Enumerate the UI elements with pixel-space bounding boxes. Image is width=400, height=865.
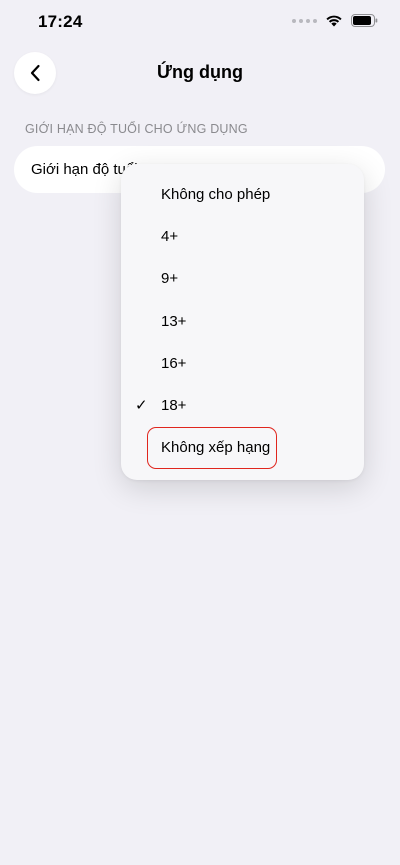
menu-item-4-plus[interactable]: 4+ <box>121 216 364 258</box>
menu-item-13-plus[interactable]: 13+ <box>121 301 364 343</box>
status-time: 17:24 <box>38 12 83 31</box>
menu-item-16-plus[interactable]: 16+ <box>121 343 364 385</box>
menu-item-label: 18+ <box>161 397 187 414</box>
section-header: GIỚI HẠN ĐỘ TUỔI CHO ỨNG DỤNG <box>25 122 248 136</box>
status-bar: 17:24 <box>0 0 400 48</box>
page-title: Ứng dụng <box>157 62 243 82</box>
menu-item-9-plus[interactable]: 9+ <box>121 258 364 300</box>
highlight-annotation <box>147 427 277 469</box>
menu-item-label: 13+ <box>161 313 187 330</box>
menu-item-label: 16+ <box>161 355 187 372</box>
wifi-icon <box>326 15 342 27</box>
menu-item-not-allowed[interactable]: Không cho phép <box>121 174 364 216</box>
battery-icon <box>351 14 378 27</box>
nav-header: Ứng dụng <box>0 52 400 96</box>
age-limit-menu: Không cho phép 4+ 9+ 13+ 16+ ✓ 18+ Không… <box>121 164 364 480</box>
menu-item-18-plus[interactable]: ✓ 18+ <box>121 385 364 427</box>
menu-item-label: Không cho phép <box>161 186 271 203</box>
checkmark-icon: ✓ <box>135 397 148 414</box>
cellular-signal-icon <box>292 18 317 23</box>
status-icons <box>292 14 378 27</box>
menu-item-label: 4+ <box>161 228 179 245</box>
menu-item-label: 9+ <box>161 270 179 287</box>
